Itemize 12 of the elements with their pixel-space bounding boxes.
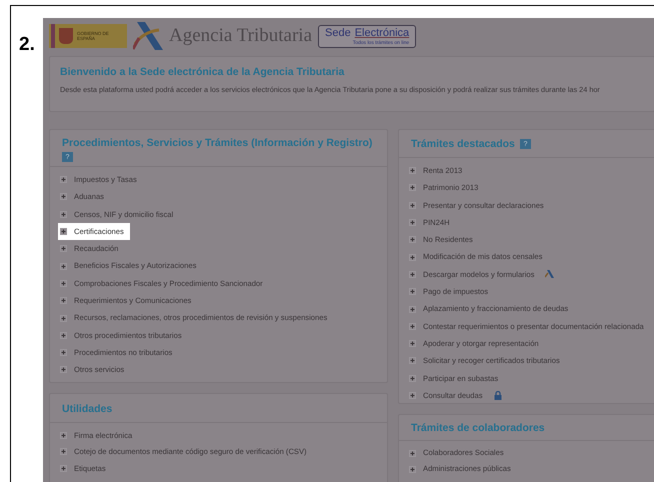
figure-number: 2. bbox=[19, 34, 36, 56]
panel-title: Utilidades bbox=[62, 402, 112, 416]
sede-word: Sede bbox=[325, 26, 351, 40]
panel-title: Trámites de colaboradores bbox=[411, 421, 545, 435]
electronica-word: Electrónica bbox=[354, 26, 410, 40]
panel-title: Trámites destacados bbox=[411, 137, 515, 151]
agency-logo-icon bbox=[545, 270, 554, 278]
agency-logo-icon bbox=[133, 22, 163, 50]
welcome-title: Bienvenido a la Sede electrónica de la Agencia Tributaria bbox=[60, 65, 344, 79]
panel-title: Procedimientos, Servicios y Trámites (Información y Registro) bbox=[62, 136, 372, 150]
expand-icon[interactable] bbox=[60, 228, 67, 236]
lock-icon bbox=[494, 391, 502, 400]
